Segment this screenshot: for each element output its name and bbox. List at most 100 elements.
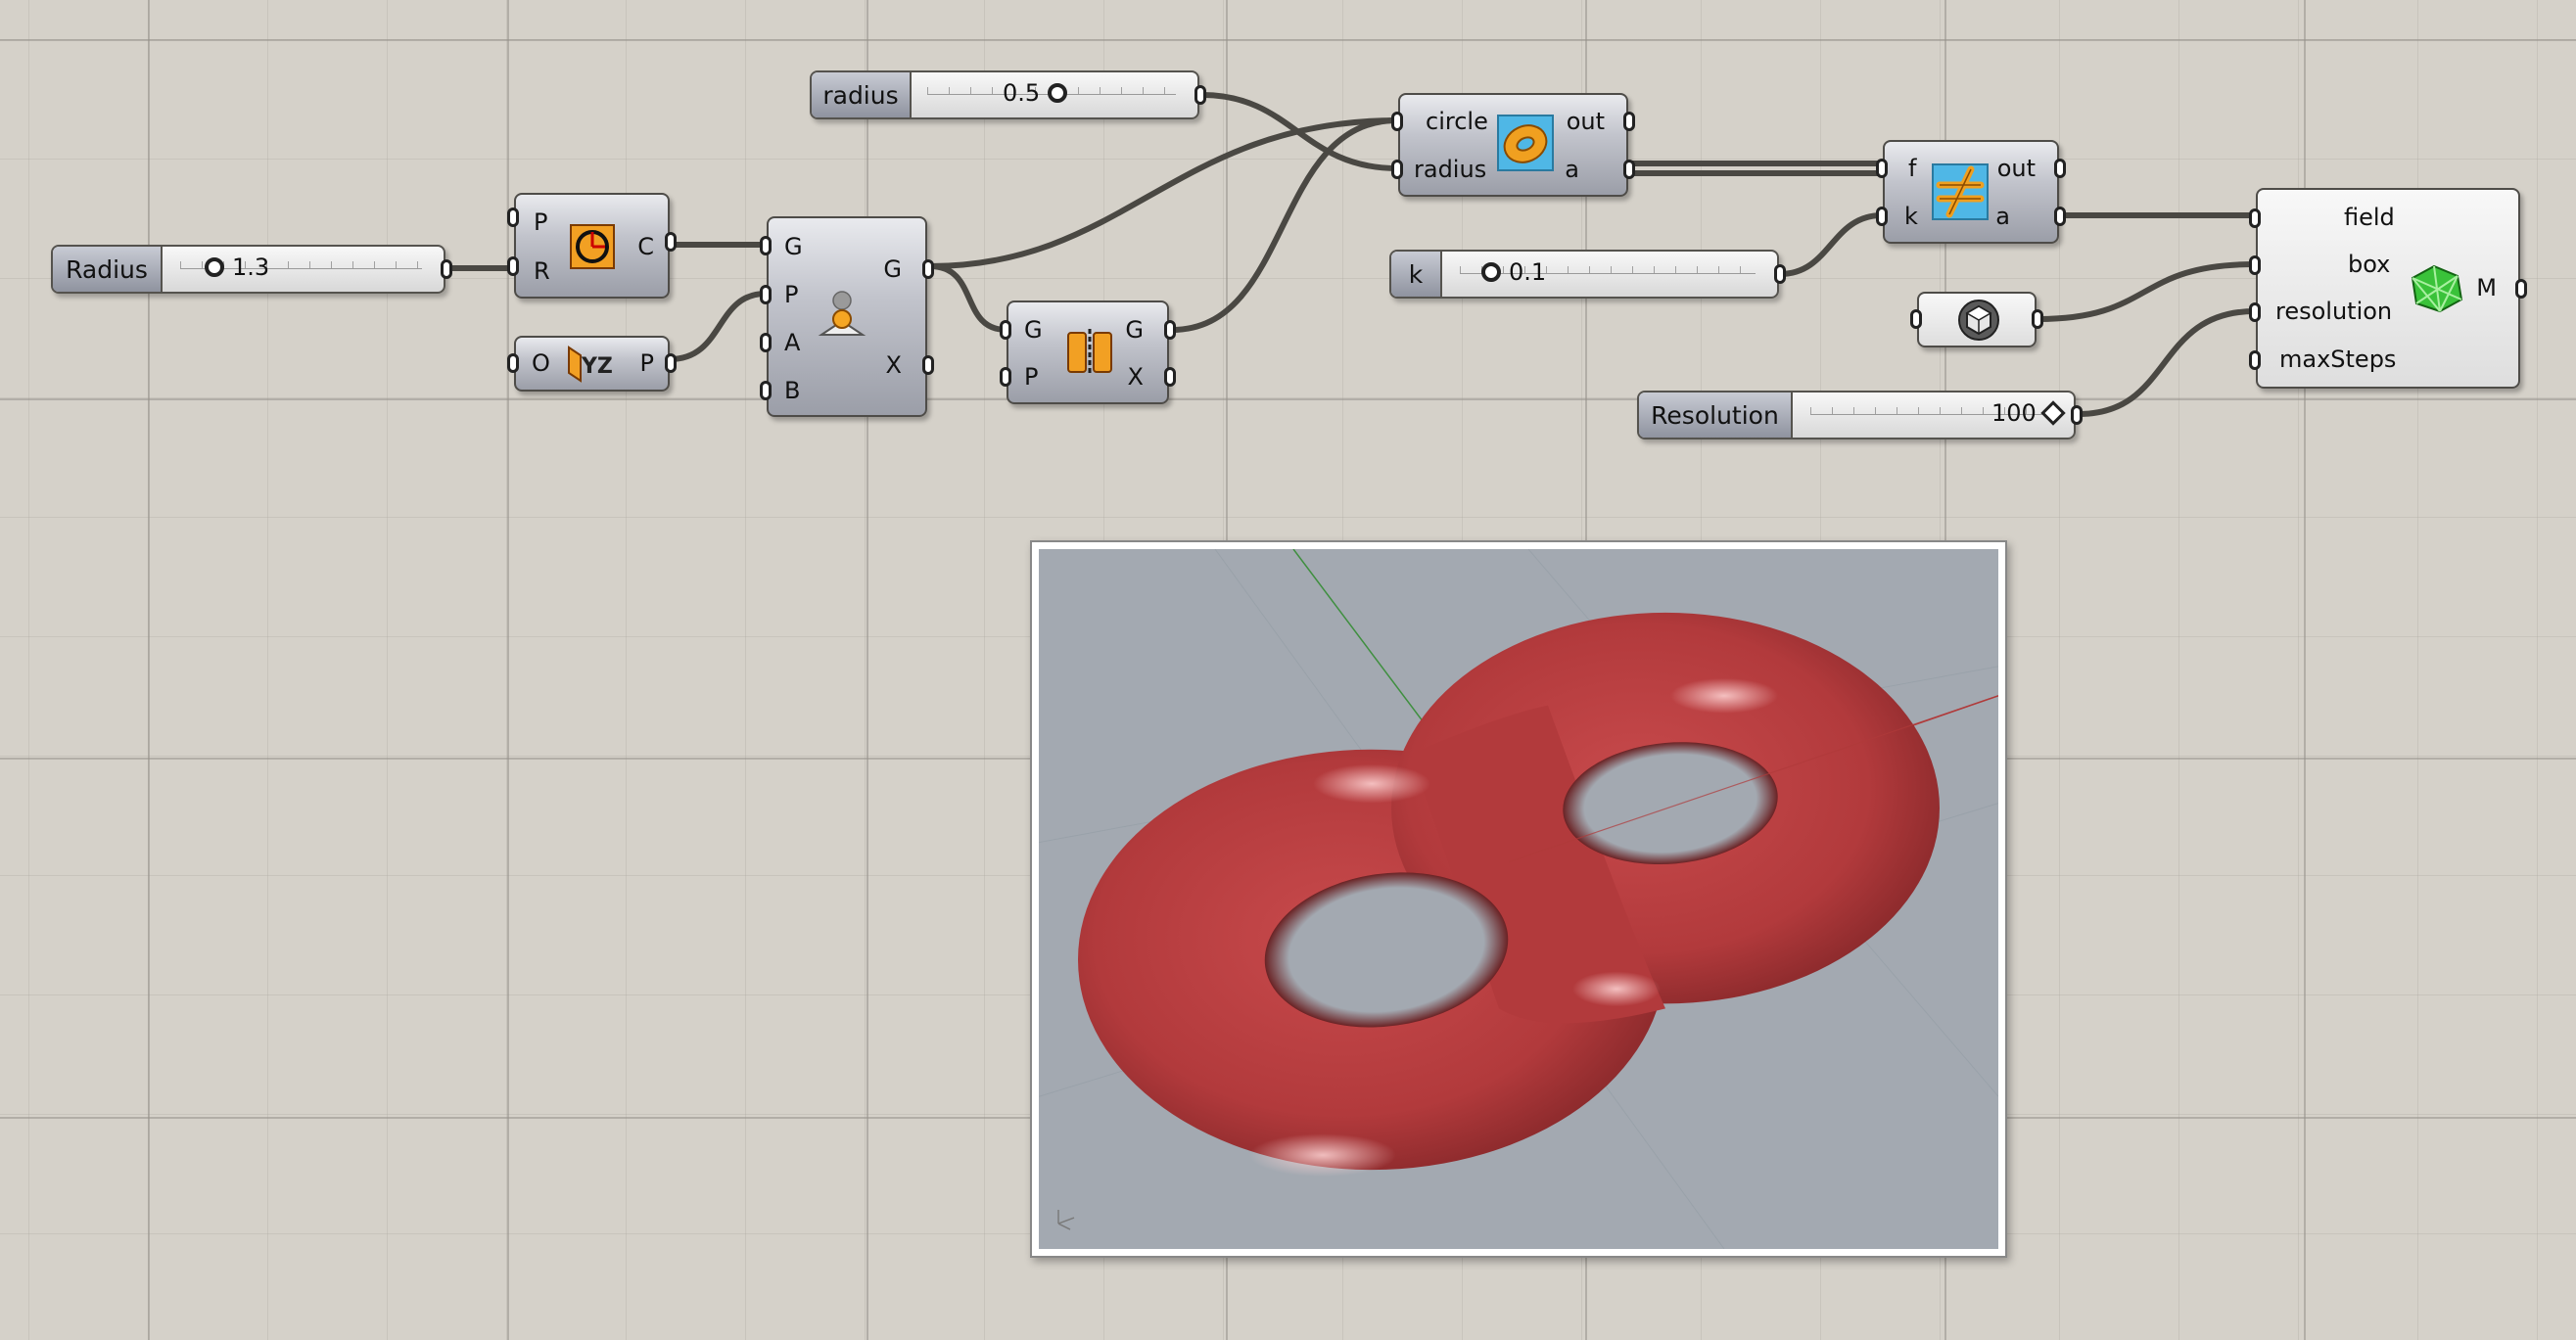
input-p: P xyxy=(784,281,799,308)
orient-component[interactable]: G P A B G X xyxy=(760,216,934,417)
slider-value: 100 xyxy=(1991,399,2037,427)
wire-orient-to-torus-circle xyxy=(927,117,1400,269)
slider-knob-icon[interactable] xyxy=(1048,83,1068,103)
orient-icon xyxy=(818,291,866,336)
input-r: R xyxy=(534,257,550,285)
output-out: out xyxy=(1566,108,1605,135)
slider-value-group[interactable]: 1.3 xyxy=(205,254,269,281)
wire-orient-to-mirror xyxy=(927,263,1009,333)
output-grip-a[interactable] xyxy=(2054,207,2066,226)
output-grip-out[interactable] xyxy=(2054,159,2066,178)
double-torus-render xyxy=(1039,549,1998,1249)
input-p: P xyxy=(534,208,548,236)
output-grip[interactable] xyxy=(441,259,452,279)
slider-diamond-icon[interactable] xyxy=(2040,400,2066,426)
slider-value-group[interactable]: 100 xyxy=(1991,399,2066,427)
input-maxsteps: maxSteps xyxy=(2279,346,2397,373)
circle-component[interactable]: P R C xyxy=(507,193,677,299)
input-grip[interactable] xyxy=(1910,309,1922,329)
mirror-component[interactable]: G P G X xyxy=(1000,300,1176,404)
output-grip[interactable] xyxy=(2032,309,2043,329)
slider-value-group[interactable]: 0.5 xyxy=(1003,79,1068,107)
input-grip-a[interactable] xyxy=(760,333,772,352)
input-grip-p[interactable] xyxy=(760,285,772,304)
slider-knob-icon[interactable] xyxy=(1481,262,1501,282)
input-b: B xyxy=(784,377,801,404)
input-grip-f[interactable] xyxy=(1876,159,1888,178)
output-g: G xyxy=(883,255,902,283)
resolution-slider[interactable]: Resolution 100 xyxy=(1637,391,2083,439)
input-g: G xyxy=(1024,316,1043,344)
svg-text:YZ: YZ xyxy=(581,354,613,379)
input-p: P xyxy=(1024,363,1039,391)
yz-plane-component[interactable]: O P YZ xyxy=(507,336,677,392)
mesh-icon xyxy=(2411,264,2463,313)
slider-value-group[interactable]: 0.1 xyxy=(1481,258,1546,286)
k-slider[interactable]: k 0.1 xyxy=(1389,250,1786,299)
output-grip-a[interactable] xyxy=(1623,160,1635,179)
input-grip-circle[interactable] xyxy=(1391,112,1403,131)
mesher-component[interactable]: field box resolution maxSteps M xyxy=(2249,188,2527,389)
input-grip-maxsteps[interactable] xyxy=(2249,350,2261,370)
output-grip-out[interactable] xyxy=(1623,112,1635,131)
input-grip-r[interactable] xyxy=(507,256,519,276)
input-grip-g[interactable] xyxy=(1000,320,1011,340)
input-grip-box[interactable] xyxy=(2249,255,2261,275)
output-grip-p[interactable] xyxy=(665,353,677,373)
input-box: box xyxy=(2348,251,2391,278)
input-grip-o[interactable] xyxy=(507,353,519,373)
grasshopper-canvas[interactable]: radius 0.5 Radius 1.3 k 0.1 Resolution 1… xyxy=(0,0,2576,1340)
big-radius-slider[interactable]: Radius 1.3 xyxy=(51,245,452,294)
input-resolution: resolution xyxy=(2275,298,2393,325)
slider-knob-icon[interactable] xyxy=(205,257,224,277)
wire-k-to-union xyxy=(1777,212,1885,277)
output-a: a xyxy=(1565,156,1579,183)
box-component[interactable] xyxy=(1910,292,2043,347)
slider-label: Resolution xyxy=(1639,393,1793,438)
input-grip-k[interactable] xyxy=(1876,207,1888,226)
input-field: field xyxy=(2344,204,2395,231)
input-grip-p[interactable] xyxy=(507,208,519,227)
wire-mirror-to-torus-circle xyxy=(1169,117,1400,333)
smooth-union-component[interactable]: f k out a xyxy=(1876,140,2066,244)
input-grip-p[interactable] xyxy=(1000,367,1011,387)
output-grip-g[interactable] xyxy=(922,259,934,279)
output-x: X xyxy=(1127,363,1144,391)
slider-value: 1.3 xyxy=(232,254,270,281)
radius-slider[interactable]: radius 0.5 xyxy=(810,70,1206,119)
input-g: G xyxy=(784,233,803,260)
box-icon xyxy=(1958,300,1999,341)
output-grip[interactable] xyxy=(2071,405,2083,425)
input-a: A xyxy=(784,329,801,356)
output-out: out xyxy=(1996,155,2036,182)
slider-label: k xyxy=(1391,252,1442,297)
torus-field-component[interactable]: circle radius out a xyxy=(1391,93,1635,197)
input-grip-g[interactable] xyxy=(760,236,772,255)
output-grip-x[interactable] xyxy=(922,355,934,375)
input-radius: radius xyxy=(1414,156,1487,183)
mirror-icon xyxy=(1067,329,1112,376)
output-grip-c[interactable] xyxy=(665,232,677,252)
slider-value: 0.5 xyxy=(1003,79,1041,107)
output-grip[interactable] xyxy=(1774,264,1786,284)
slider-value: 0.1 xyxy=(1509,258,1547,286)
output-grip-g[interactable] xyxy=(1164,320,1176,340)
output-g: G xyxy=(1125,316,1144,344)
input-o: O xyxy=(532,349,550,377)
input-grip-b[interactable] xyxy=(760,381,772,400)
output-grip[interactable] xyxy=(1194,85,1206,105)
input-f: f xyxy=(1908,155,1917,182)
output-a: a xyxy=(1995,203,2010,230)
torus-icon xyxy=(1497,115,1554,171)
slider-label: radius xyxy=(812,72,912,117)
smooth-union-icon xyxy=(1932,163,1989,220)
input-grip-radius[interactable] xyxy=(1391,160,1403,179)
yz-plane-icon: YZ xyxy=(568,346,613,383)
circle-icon xyxy=(570,224,615,269)
render-viewport[interactable] xyxy=(1030,540,2007,1258)
output-grip-x[interactable] xyxy=(1164,367,1176,387)
input-grip-resolution[interactable] xyxy=(2249,302,2261,322)
input-grip-field[interactable] xyxy=(2249,208,2261,228)
output-x: X xyxy=(885,351,902,379)
output-grip-m[interactable] xyxy=(2515,279,2527,299)
